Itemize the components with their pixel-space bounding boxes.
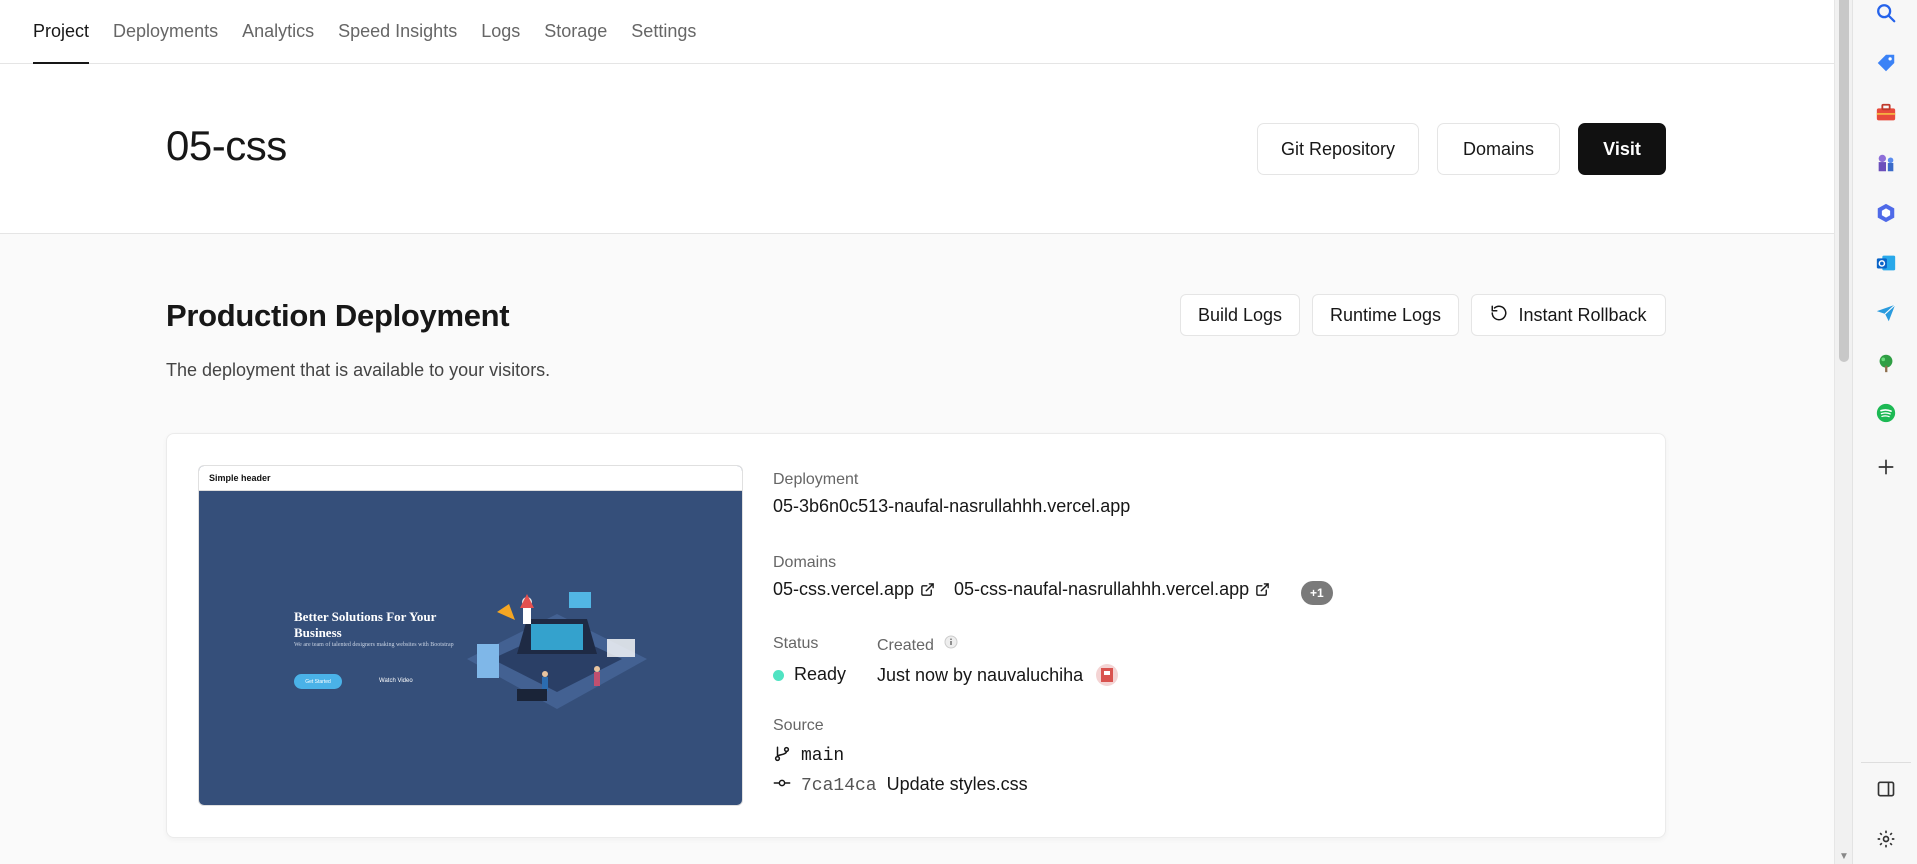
settings-icon[interactable] — [1873, 826, 1899, 852]
preview-text: We are team of talented designers making… — [294, 642, 454, 648]
preview-heading: Better Solutions For Your Business — [294, 609, 437, 640]
domain-link-2[interactable]: 05-css-naufal-nasrullahhh.vercel.app — [954, 579, 1270, 602]
status-dot-icon — [773, 669, 784, 681]
preview-link: Watch Video — [379, 678, 413, 684]
project-title: 05-css — [166, 122, 287, 169]
tab-project[interactable]: Project — [21, 0, 101, 64]
search-icon[interactable] — [1873, 0, 1899, 26]
tab-analytics[interactable]: Analytics — [230, 0, 326, 63]
git-branch-icon — [773, 745, 791, 768]
vercel-dashboard: Project Deployments Analytics Speed Insi… — [0, 0, 1834, 864]
runtime-logs-button[interactable]: Runtime Logs — [1312, 294, 1459, 336]
production-deployment-subtitle: The deployment that is available to your… — [166, 360, 551, 380]
domain-link-1[interactable]: 05-css.vercel.app — [773, 579, 935, 602]
rail-divider — [1861, 762, 1911, 763]
commit-row[interactable]: 7ca14ca Update styles.css — [773, 774, 1028, 797]
browser-sidebar — [1852, 0, 1917, 864]
external-link-icon — [920, 581, 935, 602]
runtime-logs-label: Runtime Logs — [1329, 304, 1442, 325]
branch-row[interactable]: main — [773, 744, 844, 768]
tab-deployments[interactable]: Deployments — [101, 0, 230, 63]
send-icon[interactable] — [1873, 300, 1899, 326]
deployment-preview[interactable]: Simple header Better Solutions For Your … — [198, 465, 743, 806]
source-label: Source — [773, 717, 824, 734]
tree-icon[interactable] — [1873, 350, 1899, 376]
deployment-url-link[interactable]: 05-3b6n0c513-naufal-nasrullahhh.vercel.a… — [773, 496, 1130, 517]
preview-cta: Get Started — [294, 674, 342, 689]
rollback-icon — [1490, 304, 1508, 327]
domain-1-text: 05-css.vercel.app — [773, 579, 915, 599]
external-link-icon — [1255, 581, 1270, 602]
tab-speed-insights[interactable]: Speed Insights — [326, 0, 469, 63]
outlook-icon[interactable] — [1873, 250, 1899, 276]
status-value: Ready — [773, 664, 846, 685]
spotify-icon[interactable] — [1873, 400, 1899, 426]
build-logs-label: Build Logs — [1197, 304, 1283, 325]
domains-button[interactable]: Domains — [1437, 123, 1560, 175]
deployment-label: Deployment — [773, 471, 859, 488]
domains-label: Domains — [773, 554, 837, 571]
briefcase-icon[interactable] — [1873, 100, 1899, 126]
created-text: Just now by nauvaluchiha — [877, 665, 1084, 685]
domain-2-text: 05-css-naufal-nasrullahhh.vercel.app — [954, 579, 1250, 599]
copilot-icon[interactable] — [1873, 200, 1899, 226]
build-logs-button[interactable]: Build Logs — [1180, 294, 1300, 336]
tag-icon[interactable] — [1873, 50, 1899, 76]
page-scrollbar[interactable]: ▼ — [1834, 0, 1852, 864]
git-commit-icon — [773, 774, 791, 797]
project-header: 05-css Git Repository Domains Visit — [0, 64, 1834, 234]
chess-icon[interactable] — [1873, 150, 1899, 176]
scroll-down-arrow-icon[interactable]: ▼ — [1839, 851, 1849, 862]
project-tabs: Project Deployments Analytics Speed Insi… — [0, 0, 1834, 64]
instant-rollback-label: Instant Rollback — [1518, 304, 1647, 325]
created-label: Created — [877, 635, 958, 655]
more-domains-badge[interactable]: +1 — [1301, 581, 1333, 605]
tab-settings[interactable]: Settings — [619, 0, 708, 63]
info-icon[interactable] — [944, 635, 958, 654]
visit-button[interactable]: Visit — [1578, 123, 1666, 175]
branch-name: main — [801, 746, 845, 766]
avatar[interactable] — [1096, 664, 1119, 686]
commit-message: Update styles.css — [886, 774, 1028, 794]
status-label: Status — [773, 635, 819, 652]
tab-storage[interactable]: Storage — [532, 0, 619, 63]
instant-rollback-button[interactable]: Instant Rollback — [1471, 294, 1666, 336]
add-icon[interactable] — [1873, 454, 1899, 480]
preview-illustration — [467, 592, 647, 709]
created-value: Just now by nauvaluchiha — [877, 664, 1119, 686]
deployment-card: Simple header Better Solutions For Your … — [166, 433, 1666, 838]
git-repository-button[interactable]: Git Repository — [1257, 123, 1419, 175]
sidebar-toggle-icon[interactable] — [1873, 776, 1899, 802]
production-deployment-title: Production Deployment — [166, 298, 510, 333]
commit-hash: 7ca14ca — [801, 776, 877, 796]
scrollbar-thumb[interactable] — [1839, 0, 1849, 362]
preview-header: Simple header — [199, 466, 742, 491]
status-text: Ready — [794, 664, 847, 684]
tab-logs[interactable]: Logs — [469, 0, 532, 63]
